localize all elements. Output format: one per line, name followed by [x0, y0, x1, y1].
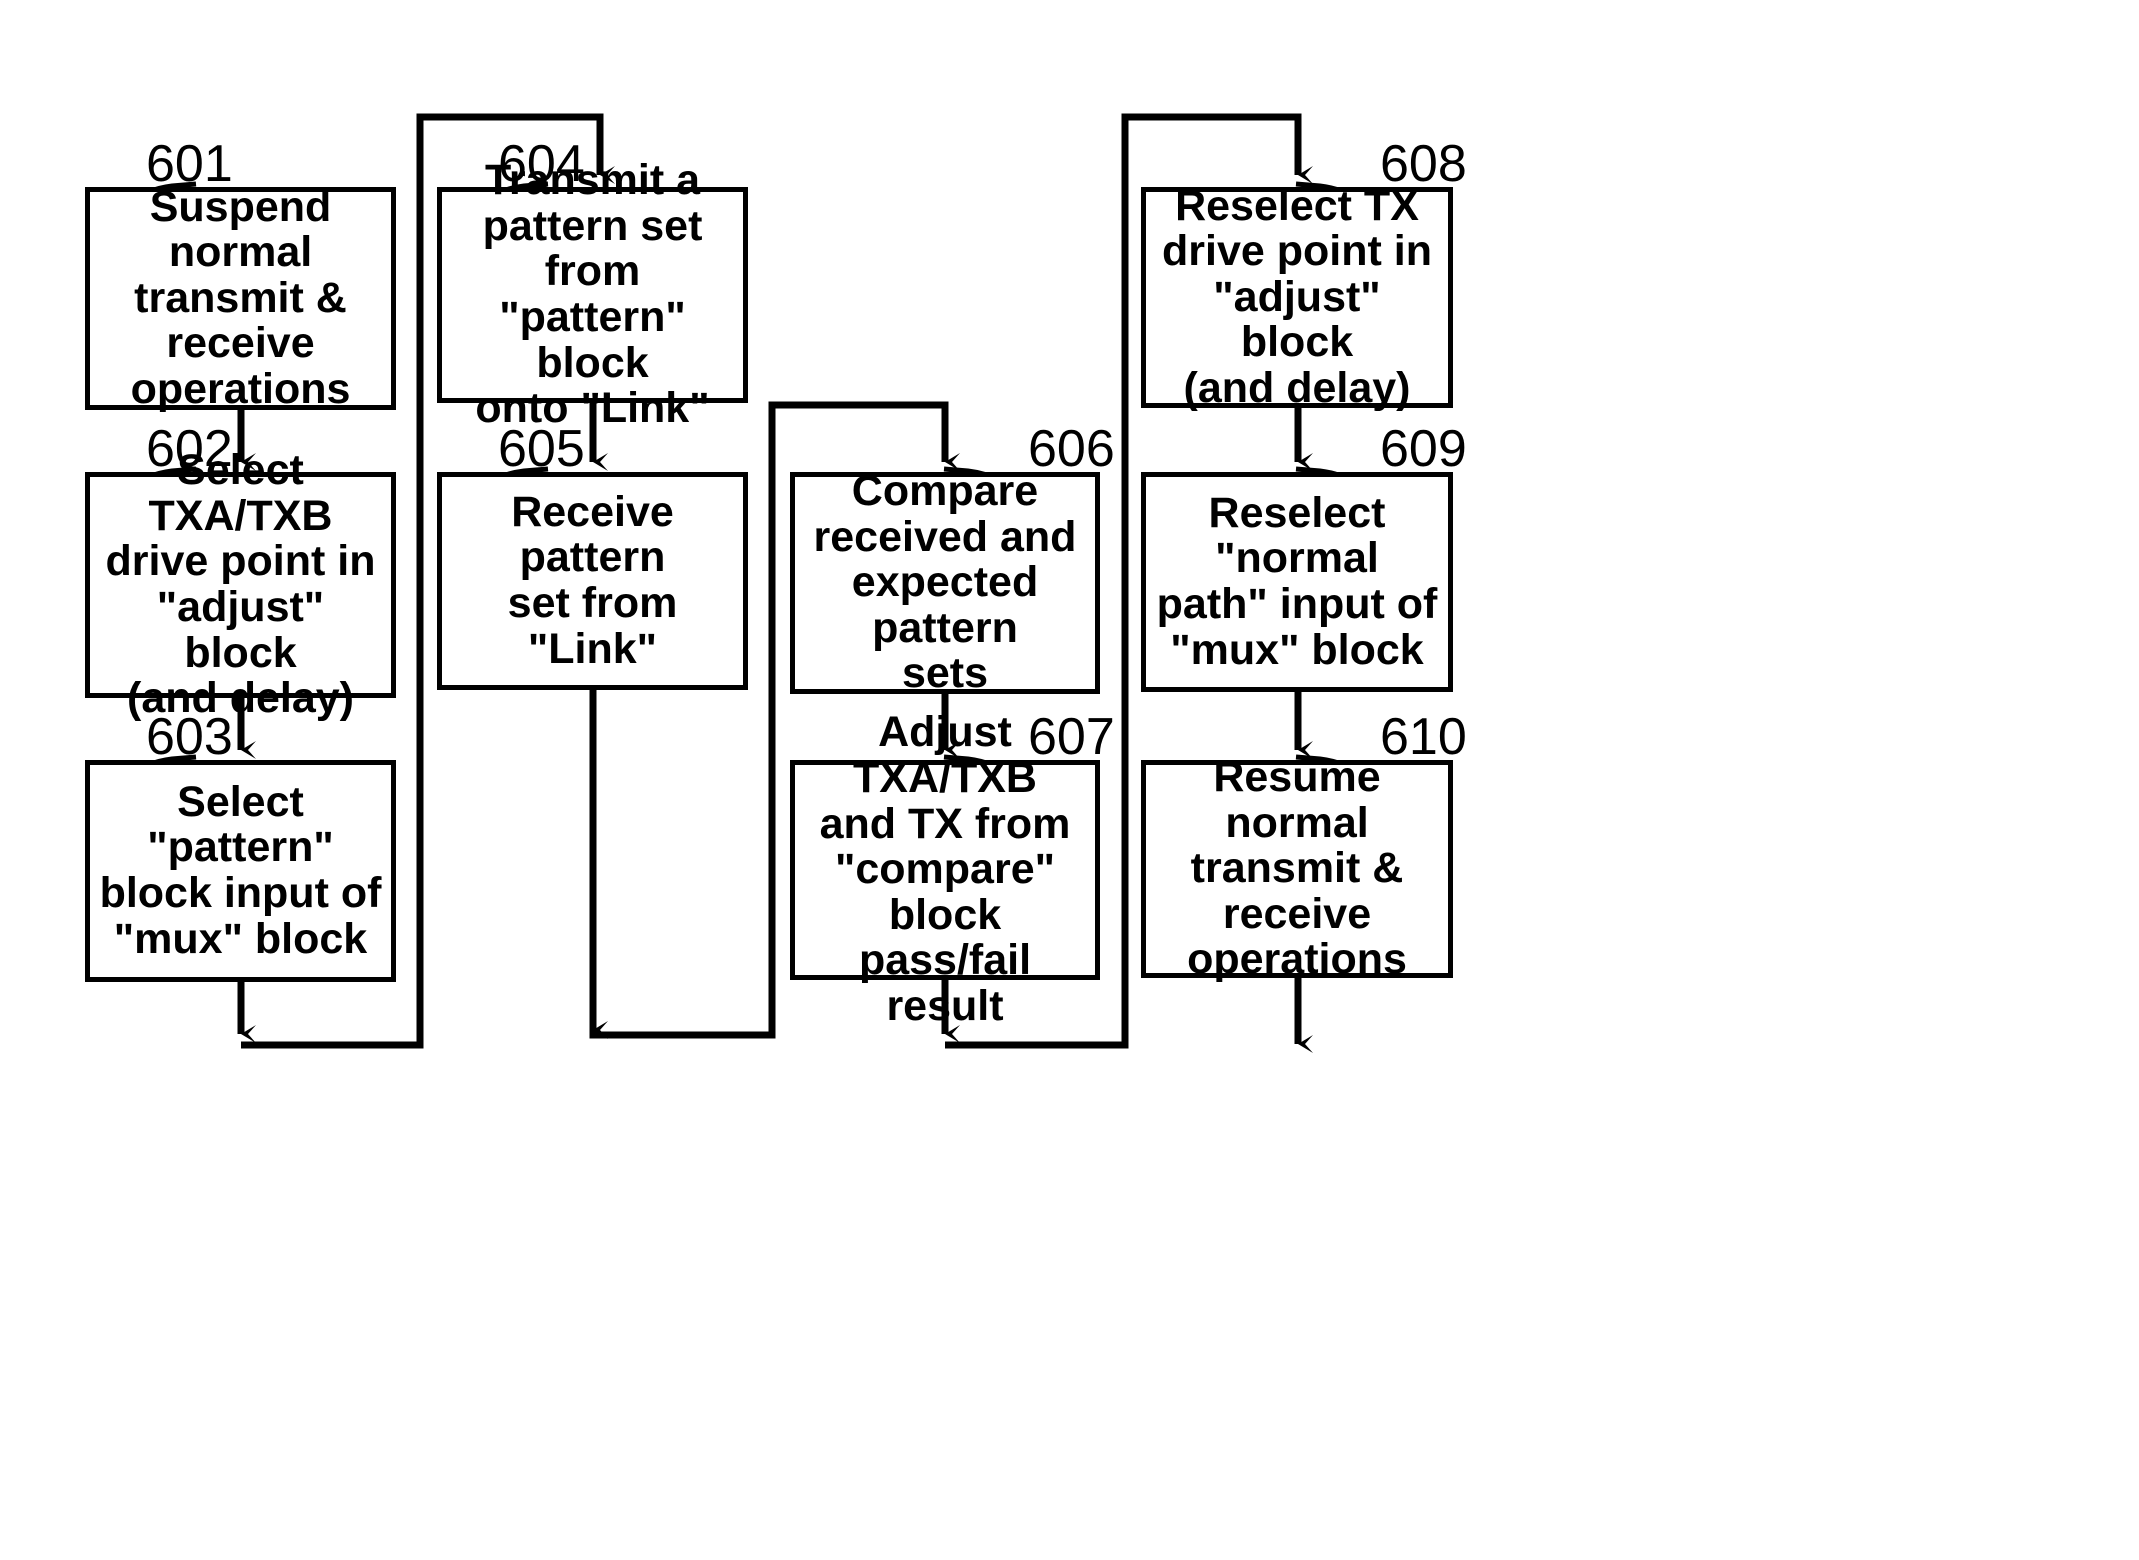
- ref-label-601: 601: [146, 135, 233, 193]
- flow-node-601-text: Suspend normal transmit & receive operat…: [130, 182, 351, 413]
- flow-node-603-text: Select "pattern" block input of "mux" bl…: [99, 777, 382, 963]
- flow-node-608-text: Reselect TX drive point in "adjust" bloc…: [1162, 181, 1432, 412]
- ref-label-602: 602: [146, 420, 233, 478]
- flow-node-604-text: Transmit a pattern set from "pattern" bl…: [475, 156, 710, 433]
- flow-node-602-text: Select TXA/TXB drive point in "adjust" b…: [105, 446, 376, 723]
- flow-node-603: Select "pattern" block input of "mux" bl…: [85, 760, 396, 982]
- ref-label-605: 605: [498, 420, 585, 478]
- ref-label-607: 607: [1028, 708, 1115, 766]
- flow-node-604: Transmit a pattern set from "pattern" bl…: [437, 157, 748, 431]
- ref-label-609: 609: [1380, 420, 1467, 478]
- flow-node-606-text: Compare received and expected pattern se…: [813, 467, 1077, 698]
- flow-node-610-text: Resume normal transmit & receive operati…: [1187, 753, 1407, 984]
- flow-node-605: Receive pattern set from "Link": [437, 472, 748, 690]
- flow-node-609: Reselect "normal path" input of "mux" bl…: [1141, 472, 1453, 692]
- flow-node-601: Suspend normal transmit & receive operat…: [85, 182, 396, 413]
- ref-label-603: 603: [146, 708, 233, 766]
- flow-node-605-text: Receive pattern set from "Link": [507, 487, 678, 673]
- flow-node-608: Reselect TX drive point in "adjust" bloc…: [1141, 183, 1453, 411]
- flowchart-figure: Suspend normal transmit & receive operat…: [0, 0, 2139, 1560]
- flow-node-607: Adjust TXA/TXB and TX from "compare" blo…: [790, 710, 1100, 1029]
- flow-node-610: Resume normal transmit & receive operati…: [1141, 754, 1453, 982]
- ref-label-604: 604: [498, 135, 585, 193]
- ref-label-606: 606: [1028, 420, 1115, 478]
- flow-node-602: Select TXA/TXB drive point in "adjust" b…: [85, 447, 396, 721]
- ref-label-610: 610: [1380, 708, 1467, 766]
- ref-label-608: 608: [1380, 135, 1467, 193]
- flow-node-606: Compare received and expected pattern se…: [790, 467, 1100, 698]
- flow-node-609-text: Reselect "normal path" input of "mux" bl…: [1156, 488, 1438, 674]
